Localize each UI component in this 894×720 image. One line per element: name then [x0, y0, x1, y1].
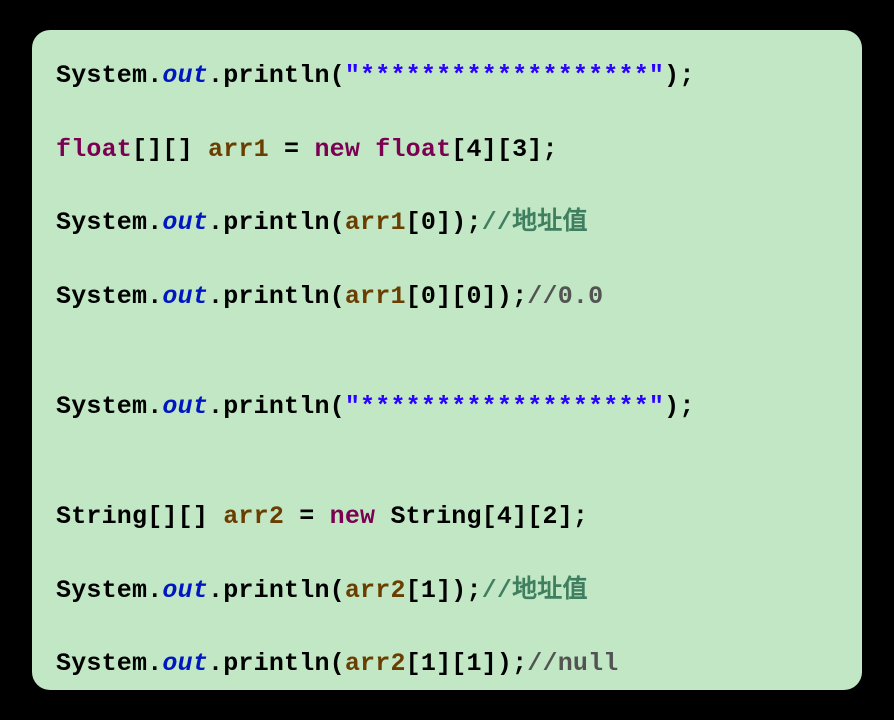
blank-line [56, 462, 838, 499]
code-line: float[][] arr1 = new float[4][3]; [56, 132, 838, 169]
code-line: System.out.println(arr1[0]);//地址值 [56, 205, 838, 242]
code-line: System.out.println("*******************"… [56, 58, 838, 95]
code-line: String[][] arr2 = new String[4][2]; [56, 499, 838, 536]
code-line: System.out.println(arr1[0][0]);//0.0 [56, 279, 838, 316]
code-line: System.out.println(arr2[1]);//地址值 [56, 573, 838, 610]
blank-line [56, 352, 838, 389]
code-line: System.out.println(arr2[1][1]);//null [56, 646, 838, 683]
code-panel: System.out.println("*******************"… [32, 30, 862, 690]
code-line: System.out.println("*******************"… [56, 389, 838, 426]
